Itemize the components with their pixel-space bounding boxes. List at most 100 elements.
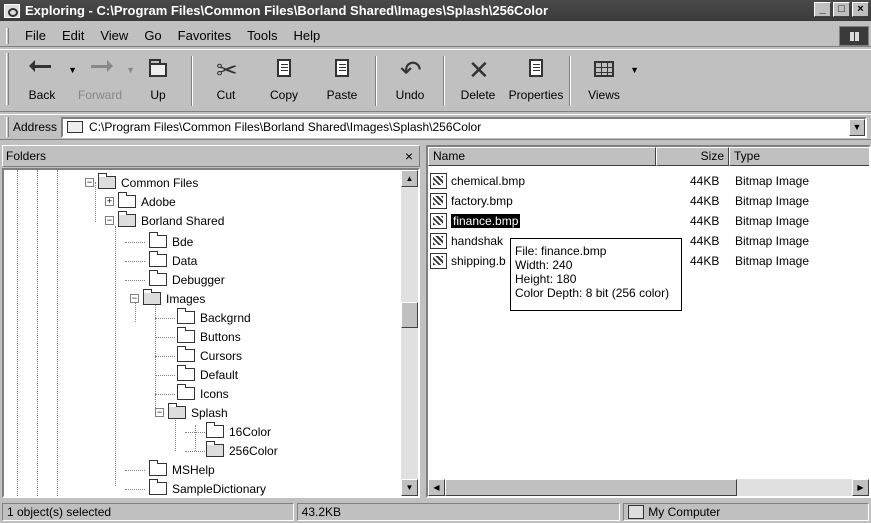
tree-item-common-files[interactable]: − Common Files: [85, 173, 198, 192]
tree-item-bde[interactable]: Bde: [149, 232, 193, 251]
tree-item-cursors[interactable]: Cursors: [177, 346, 242, 365]
menu-view[interactable]: View: [92, 28, 136, 43]
undo-icon: ↶: [400, 55, 422, 85]
tree-item-borland-shared[interactable]: − Borland Shared: [105, 211, 224, 230]
status-bar: 1 object(s) selected 43.2KB My Computer: [0, 501, 871, 523]
forward-arrow-icon: [91, 60, 113, 72]
folder-icon: [67, 121, 84, 133]
tree-item-16color[interactable]: 16Color: [206, 422, 271, 441]
address-label: Address: [13, 120, 58, 134]
folder-icon: [177, 384, 195, 400]
file-row[interactable]: factory.bmp: [430, 191, 513, 210]
address-bar: Address C:\Program Files\Common Files\Bo…: [0, 114, 871, 140]
toolbar: Back ▼ Forward ▼ Up ✂ Cut Copy Paste ↶ U…: [0, 49, 871, 112]
back-button[interactable]: Back ▼: [13, 53, 77, 109]
toolbar-separator: [443, 56, 445, 106]
title-bar[interactable]: Exploring - C:\Program Files\Common File…: [0, 0, 871, 21]
close-button[interactable]: ×: [852, 2, 869, 17]
tree-scroll-thumb[interactable]: [401, 302, 418, 328]
scroll-up-icon[interactable]: ▲: [401, 170, 418, 187]
menu-help[interactable]: Help: [285, 28, 328, 43]
minimize-button[interactable]: _: [814, 2, 831, 17]
list-scroll-thumb[interactable]: [445, 479, 737, 496]
column-size[interactable]: Size: [656, 147, 729, 166]
paste-button[interactable]: Paste: [313, 53, 371, 109]
collapse-icon[interactable]: −: [105, 216, 114, 225]
back-arrow-icon: [29, 60, 51, 72]
properties-icon: [529, 59, 543, 77]
file-type: Bitmap Image: [735, 214, 810, 228]
file-info-tooltip: File: finance.bmp Width: 240 Height: 180…: [510, 238, 682, 311]
computer-icon: [628, 505, 645, 519]
tree-item-buttons[interactable]: Buttons: [177, 327, 241, 346]
properties-button[interactable]: Properties: [507, 53, 565, 109]
tree-item-images[interactable]: − Images: [130, 289, 205, 308]
address-field[interactable]: C:\Program Files\Common Files\Borland Sh…: [61, 116, 867, 138]
maximize-button[interactable]: □: [833, 2, 850, 17]
folder-tree: − Common Files + Adobe − Borland Shared …: [2, 168, 420, 498]
menu-edit[interactable]: Edit: [54, 28, 92, 43]
address-dropdown-icon[interactable]: ▼: [849, 118, 865, 136]
menu-file[interactable]: File: [17, 28, 54, 43]
expand-icon[interactable]: +: [105, 197, 114, 206]
address-grip[interactable]: [6, 117, 9, 137]
toolbar-separator: [191, 56, 193, 106]
bitmap-file-icon: [430, 172, 447, 189]
menu-tools[interactable]: Tools: [239, 28, 285, 43]
folders-header: Folders ×: [2, 145, 420, 167]
tree-item-icons[interactable]: Icons: [177, 384, 229, 403]
explorer-icon: [4, 3, 20, 18]
bitmap-file-icon: [430, 232, 447, 249]
tree-item-mshelp[interactable]: MSHelp: [149, 460, 215, 479]
address-value: C:\Program Files\Common Files\Borland Sh…: [89, 120, 482, 134]
delete-button[interactable]: ✕ Delete: [449, 53, 507, 109]
folder-open-icon: [118, 211, 136, 227]
column-type[interactable]: Type: [729, 147, 869, 166]
file-row[interactable]: shipping.b: [430, 251, 506, 270]
file-row[interactable]: handshak: [430, 231, 503, 250]
file-size: 44KB: [690, 234, 720, 248]
column-name[interactable]: Name: [428, 147, 656, 166]
tree-item-default[interactable]: Default: [177, 365, 238, 384]
clipboard-icon: [335, 59, 349, 77]
collapse-icon[interactable]: −: [155, 408, 164, 417]
tree-item-256color[interactable]: 256Color: [206, 441, 278, 460]
forward-button[interactable]: Forward ▼: [71, 53, 135, 109]
folders-close-button[interactable]: ×: [405, 148, 413, 164]
menu-grip[interactable]: [6, 27, 9, 44]
folder-icon: [177, 365, 195, 381]
scroll-down-icon[interactable]: ▼: [401, 479, 418, 496]
folder-icon: [149, 479, 167, 495]
tree-scrollbar[interactable]: ▲ ▼: [401, 170, 418, 496]
scissors-icon: ✂: [216, 55, 238, 85]
menu-go[interactable]: Go: [136, 28, 169, 43]
cut-button[interactable]: ✂ Cut: [197, 53, 255, 109]
tree-item-backgrnd[interactable]: Backgrnd: [177, 308, 251, 327]
file-size: 44KB: [690, 254, 720, 268]
file-row-selected[interactable]: finance.bmp: [430, 211, 521, 230]
collapse-icon[interactable]: −: [130, 294, 139, 303]
tree-item-sampledictionary[interactable]: SampleDictionary: [149, 479, 266, 496]
folder-icon: [177, 346, 195, 362]
views-button[interactable]: Views ▼: [575, 53, 639, 109]
undo-button[interactable]: ↶ Undo: [381, 53, 439, 109]
file-type: Bitmap Image: [735, 254, 810, 268]
bitmap-file-icon: [430, 212, 447, 229]
scroll-right-icon[interactable]: ▶: [852, 479, 869, 496]
scroll-left-icon[interactable]: ◀: [428, 479, 445, 496]
copy-button[interactable]: Copy: [255, 53, 313, 109]
toolbar-grip[interactable]: [6, 53, 9, 105]
collapse-icon[interactable]: −: [85, 178, 94, 187]
tree-item-data[interactable]: Data: [149, 251, 197, 270]
folder-open-icon: [168, 403, 186, 419]
tree-item-adobe[interactable]: + Adobe: [105, 192, 176, 211]
tree-item-splash[interactable]: − Splash: [155, 403, 228, 422]
list-horizontal-scrollbar[interactable]: ◀ ▶: [428, 479, 869, 496]
menu-bar: File Edit View Go Favorites Tools Help: [0, 25, 871, 47]
views-dropdown-icon[interactable]: ▼: [630, 65, 639, 75]
toolbar-separator: [569, 56, 571, 106]
menu-favorites[interactable]: Favorites: [170, 28, 239, 43]
up-button[interactable]: Up: [129, 53, 187, 109]
file-row[interactable]: chemical.bmp: [430, 171, 525, 190]
tree-item-debugger[interactable]: Debugger: [149, 270, 225, 289]
